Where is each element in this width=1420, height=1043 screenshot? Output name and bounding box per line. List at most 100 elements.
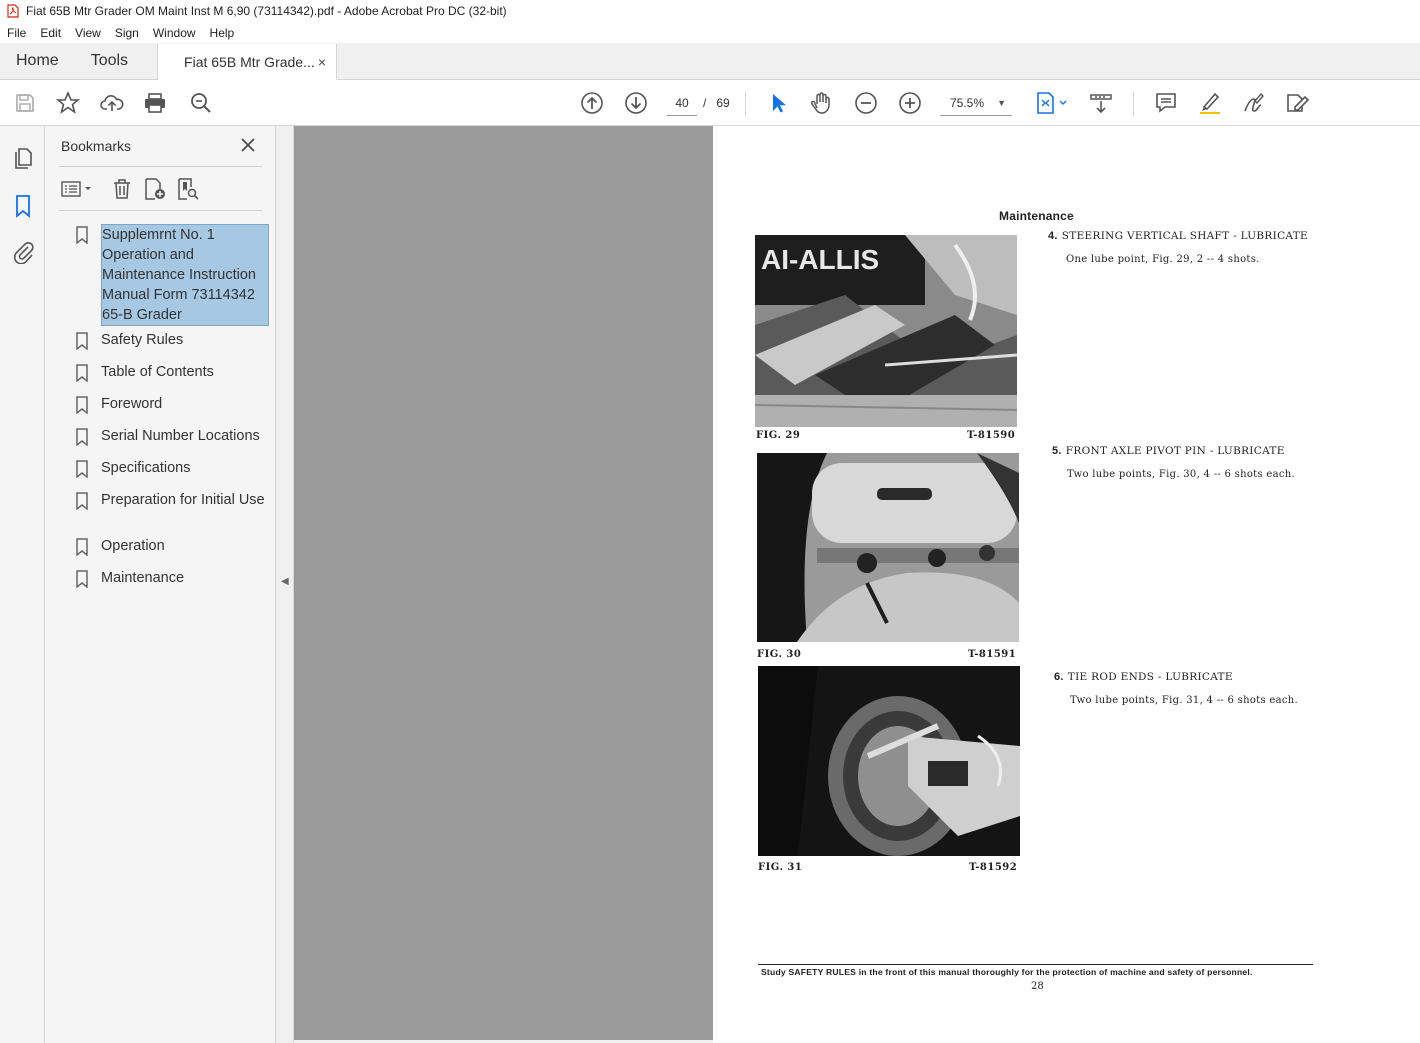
figure-30-photo xyxy=(757,453,1019,642)
figure-31-photo xyxy=(758,666,1020,856)
bookmark-item-preparation[interactable]: Preparation for Initial Use xyxy=(75,490,275,516)
step-4-title-text: STEERING VERTICAL SHAFT - LUBRICATE xyxy=(1061,230,1308,242)
sign-icon[interactable] xyxy=(1240,90,1266,116)
step-6-title-text: TIE ROD ENDS - LUBRICATE xyxy=(1067,671,1233,683)
document-page: Maintenance AI-ALLIS FIG. 29 T-81590 FIG… xyxy=(713,126,1420,1043)
bookmark-item-operation[interactable]: Operation xyxy=(75,536,275,562)
bookmark-label: Specifications xyxy=(101,460,191,476)
step-5-title: 5. FRONT AXLE PIVOT PIN - LUBRICATE xyxy=(1052,445,1285,457)
menu-window[interactable]: Window xyxy=(146,26,203,40)
tab-document[interactable]: Fiat 65B Mtr Grade... × xyxy=(157,44,338,80)
step-5-number: 5. xyxy=(1052,445,1062,457)
options-menu-icon[interactable] xyxy=(59,176,97,202)
page-total: / 69 xyxy=(703,90,730,116)
bookmark-label: Maintenance xyxy=(101,570,185,586)
next-page-icon[interactable] xyxy=(623,90,649,116)
bookmark-item-maintenance[interactable]: Maintenance xyxy=(75,568,275,594)
close-icon[interactable] xyxy=(238,135,258,155)
bookmark-panel-icon[interactable] xyxy=(10,193,36,219)
comment-icon[interactable] xyxy=(1153,90,1179,116)
bookmark-label: Preparation for Initial Use xyxy=(101,492,265,508)
tab-tools[interactable]: Tools xyxy=(75,43,144,79)
delete-icon[interactable] xyxy=(109,176,135,202)
zoom-out-icon[interactable] xyxy=(853,90,879,116)
photo-lettering: AI-ALLIS xyxy=(761,244,879,275)
panel-divider xyxy=(59,166,262,167)
page-footer-note: Study SAFETY RULES in the front of this … xyxy=(761,967,1253,977)
prev-page-icon[interactable] xyxy=(579,90,605,116)
new-bookmark-icon[interactable] xyxy=(142,176,168,202)
toolbar-divider xyxy=(1133,92,1134,116)
page-thumbnails-icon[interactable] xyxy=(10,146,36,172)
attachment-icon[interactable] xyxy=(10,239,36,265)
step-4-description: One lube point, Fig. 29, 2 -- 4 shots. xyxy=(1066,254,1260,265)
bookmark-item-supplement[interactable]: Supplemrnt No. 1 Operation and Maintenan… xyxy=(75,224,275,326)
menu-file[interactable]: File xyxy=(0,26,33,40)
bookmark-search-icon[interactable] xyxy=(175,176,201,202)
step-4-title: 4. STEERING VERTICAL SHAFT - LUBRICATE xyxy=(1048,230,1308,242)
bookmark-label: Foreword xyxy=(101,396,163,412)
fit-page-icon[interactable] xyxy=(1032,90,1072,116)
menu-bar: File Edit View Sign Window Help xyxy=(0,22,1420,43)
tab-bar: Home Tools Fiat 65B Mtr Grade... × xyxy=(0,43,1420,80)
menu-edit[interactable]: Edit xyxy=(33,26,68,40)
print-icon[interactable] xyxy=(142,90,168,116)
document-viewer-background xyxy=(294,126,713,1040)
zoom-level-value: 75.5% xyxy=(950,96,985,110)
star-icon[interactable] xyxy=(55,90,81,116)
upload-icon[interactable] xyxy=(99,90,125,116)
step-6-description: Two lube points, Fig. 31, 4 -- 6 shots e… xyxy=(1070,695,1298,706)
bookmark-icon xyxy=(75,568,101,594)
bookmark-item-safety-rules[interactable]: Safety Rules xyxy=(75,330,275,356)
bookmark-label: Operation xyxy=(101,538,165,554)
figure-29-photo: AI-ALLIS xyxy=(755,235,1017,427)
hand-icon[interactable] xyxy=(808,90,834,116)
zoom-in-icon[interactable] xyxy=(897,90,923,116)
edit-pdf-icon[interactable] xyxy=(1285,90,1311,116)
bookmark-item-table-of-contents[interactable]: Table of Contents xyxy=(75,362,275,388)
figure-31-caption: FIG. 31 xyxy=(758,862,803,873)
printed-page-number: 28 xyxy=(1031,981,1044,992)
total-pages: 69 xyxy=(716,96,730,110)
menu-help[interactable]: Help xyxy=(203,26,242,40)
bookmark-icon xyxy=(75,426,101,452)
bookmark-item-foreword[interactable]: Foreword xyxy=(75,394,275,420)
tab-close-icon[interactable]: × xyxy=(318,54,326,70)
tab-home[interactable]: Home xyxy=(0,43,75,79)
page-number-input[interactable]: 40 xyxy=(667,90,697,116)
bookmark-icon xyxy=(75,490,101,516)
bookmark-icon xyxy=(75,330,101,356)
bookmark-item-serial-number-locations[interactable]: Serial Number Locations xyxy=(75,426,275,452)
zoom-search-icon[interactable] xyxy=(188,90,214,116)
menu-view[interactable]: View xyxy=(68,26,108,40)
step-5-description: Two lube points, Fig. 30, 4 -- 6 shots e… xyxy=(1067,469,1295,480)
bookmark-icon xyxy=(75,458,101,484)
toolbar-divider xyxy=(745,92,746,116)
step-6-title: 6. TIE ROD ENDS - LUBRICATE xyxy=(1054,671,1233,683)
zoom-level-select[interactable]: 75.5% ▼ xyxy=(940,90,1012,116)
scroll-mode-icon[interactable] xyxy=(1088,90,1114,116)
panel-collapse-handle[interactable]: ◀ xyxy=(276,126,294,1043)
highlight-icon[interactable] xyxy=(1197,90,1223,116)
bookmarks-header: Bookmarks xyxy=(61,138,132,154)
select-cursor-icon[interactable] xyxy=(765,90,791,116)
step-5-title-text: FRONT AXLE PIVOT PIN - LUBRICATE xyxy=(1065,445,1285,457)
figure-30-caption: FIG. 30 xyxy=(757,649,802,660)
save-icon[interactable] xyxy=(12,90,38,116)
menu-sign[interactable]: Sign xyxy=(108,26,146,40)
figure-29-caption: FIG. 29 xyxy=(756,430,801,441)
page-separator: / xyxy=(703,96,707,110)
bookmark-icon xyxy=(75,362,101,388)
bookmark-toolbar xyxy=(59,176,262,204)
navigation-rail xyxy=(0,126,45,1043)
bookmark-item-specifications[interactable]: Specifications xyxy=(75,458,275,484)
figure-31-code: T-81592 xyxy=(969,862,1018,873)
figure-30-code: T-81591 xyxy=(968,649,1017,660)
figure-29-code: T-81590 xyxy=(967,430,1016,441)
title-bar: Fiat 65B Mtr Grader OM Maint Inst M 6,90… xyxy=(0,0,1420,22)
bookmark-icon xyxy=(75,394,101,420)
step-6-number: 6. xyxy=(1054,671,1064,683)
tab-document-label: Fiat 65B Mtr Grade... xyxy=(184,54,315,70)
footer-rule xyxy=(758,964,1313,965)
bookmark-label: Supplemrnt No. 1 Operation and Maintenan… xyxy=(101,224,269,326)
